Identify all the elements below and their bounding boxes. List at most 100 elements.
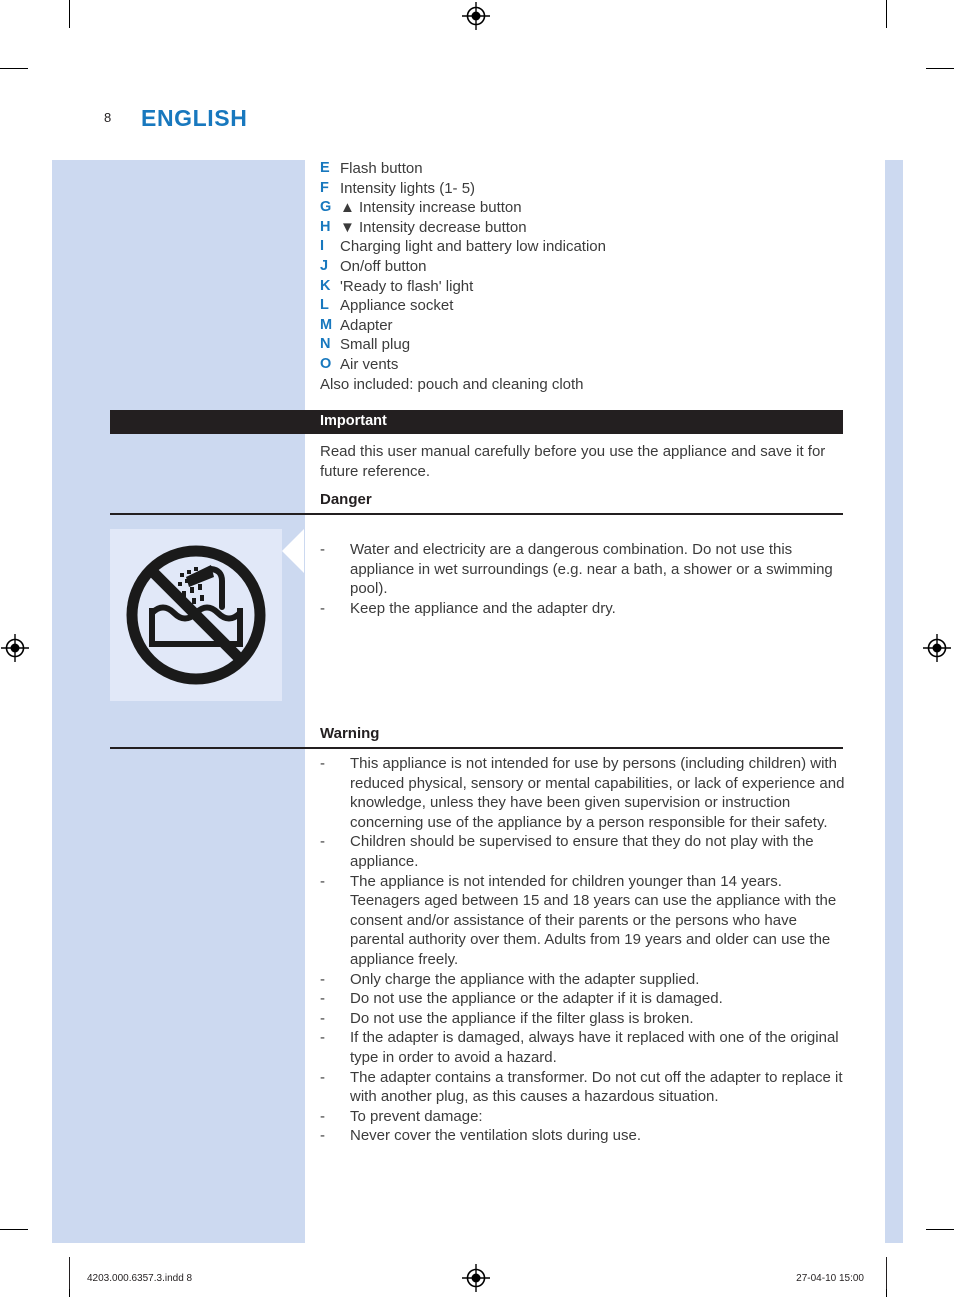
legend-label: 'Ready to flash' light [340,277,474,295]
list-item: E Flash button [320,159,850,179]
legend-key: I [320,238,325,255]
list-item: G ▲ Intensity increase button [320,198,850,218]
legend-key: G [320,199,332,216]
registration-target-icon-right [923,634,951,662]
important-intro-text: Read this user manual carefully before y… [320,443,826,480]
right-decorative-panel [885,160,903,1243]
bullet-marker: - [320,1009,325,1027]
bullet-text: Do not use the appliance if the filter g… [350,1009,694,1027]
list-item: L Appliance socket [320,296,850,316]
list-item: - Children should be supervised to ensur… [320,832,848,871]
bullet-text: Only charge the appliance with the adapt… [350,970,700,988]
warning-bullet-list: - This appliance is not intended for use… [320,754,848,1146]
legend-key: O [320,355,332,372]
bullet-marker: - [320,990,325,1008]
registration-target-icon-left [1,634,29,662]
crop-mark-bottom-right-horizontal [926,1229,954,1230]
list-item: - Do not use the appliance or the adapte… [320,989,848,1009]
legend-key: M [320,316,333,333]
bullet-marker: - [320,970,325,988]
legend-label: Charging light and battery low indicatio… [340,238,606,256]
registration-target-icon-bottom [462,1264,490,1292]
list-item: H ▼ Intensity decrease button [320,218,850,238]
warning-heading-rule [110,747,843,749]
list-item: - Keep the appliance and the adapter dry… [320,599,848,619]
bullet-text: Do not use the appliance or the adapter … [350,990,723,1008]
crop-mark-top-left-vertical [69,0,70,28]
legend-label: Small plug [340,336,411,354]
list-item: J On/off button [320,257,850,277]
list-item: K 'Ready to flash' light [320,277,850,297]
bullet-text: To prevent damage: [350,1107,483,1125]
registration-target-icon-top [462,2,490,30]
list-item: - The appliance is not intended for chil… [320,872,848,970]
list-item: - If the adapter is damaged, always have… [320,1028,848,1067]
no-water-shower-icon [110,529,282,701]
list-item: - This appliance is not intended for use… [320,754,848,832]
danger-bullet-list: - Water and electricity are a dangerous … [320,540,848,618]
list-item: - The adapter contains a transformer. Do… [320,1068,848,1107]
bullet-marker: - [320,833,325,851]
legend-key: N [320,336,331,353]
parts-legend-list: E Flash button F Intensity lights (1- 5)… [320,159,850,394]
danger-heading: Danger [320,491,372,508]
bullet-text: Children should be supervised to ensure … [350,833,814,870]
legend-label: Intensity lights (1- 5) [340,179,476,197]
danger-heading-rule [110,513,843,515]
list-item: M Adapter [320,316,850,336]
legend-label: ▼ Intensity decrease button [340,218,527,236]
bullet-text: If the adapter is damaged, always have i… [350,1029,839,1066]
bullet-text: The adapter contains a transformer. Do n… [350,1068,843,1106]
bullet-marker: - [320,1127,325,1145]
legend-key: F [320,179,329,196]
bullet-marker: - [320,541,325,558]
footer-print-stamp: 27-04-10 15:00 [796,1273,864,1284]
legend-label: Flash button [340,160,423,177]
list-item: - Only charge the appliance with the ada… [320,970,848,990]
legend-label: Adapter [340,316,393,334]
legend-key: H [320,218,331,235]
bullet-text: This appliance is not intended for use b… [350,755,845,831]
warning-heading: Warning [320,725,380,742]
crop-mark-top-right-vertical [886,0,887,28]
bullet-text: Keep the appliance and the adapter dry. [350,599,616,617]
bullet-text: Water and electricity are a dangerous co… [350,541,833,598]
bullet-marker: - [320,755,325,772]
list-item: I Charging light and battery low indicat… [320,237,850,257]
legend-label: ▲ Intensity increase button [340,199,522,217]
pictogram-pointer [282,529,304,573]
left-decorative-panel [52,160,305,1243]
list-item: O Air vents [320,355,850,375]
list-item: F Intensity lights (1- 5) [320,179,850,199]
list-item: N Small plug [320,335,850,355]
legend-key: L [320,297,329,314]
legend-label: Appliance socket [340,297,454,315]
manual-page: 8 ENGLISH E Flash button F Intensity lig… [0,0,954,1297]
legend-key: J [320,257,329,274]
important-section-label: Important [320,413,387,429]
legend-label: Air vents [340,355,399,373]
legend-footnote: Also included: pouch and cleaning cloth [320,375,584,393]
footer-file-name: 4203.000.6357.3.indd 8 [87,1273,193,1284]
legend-key: K [320,277,331,294]
footer-rule-right [886,1257,887,1289]
crop-mark-bottom-left-horizontal [0,1229,28,1230]
bullet-marker: - [320,1107,325,1125]
footer-rule-left [69,1257,70,1289]
list-item: - Water and electricity are a dangerous … [320,540,848,599]
list-item: - Never cover the ventilation slots duri… [320,1126,848,1146]
list-item: - Do not use the appliance if the filter… [320,1009,848,1029]
crop-mark-top-left-horizontal [0,68,28,69]
important-section-bar: Important [110,410,843,434]
bullet-marker: - [320,1068,325,1086]
page-title: ENGLISH [141,105,248,131]
bullet-text: Never cover the ventilation slots during… [350,1127,641,1145]
bullet-text: The appliance is not intended for childr… [350,872,837,968]
bullet-marker: - [320,599,325,617]
legend-label: On/off button [340,257,427,275]
page-number: 8 [104,110,112,125]
bullet-marker: - [320,1029,325,1047]
bullet-marker: - [320,872,325,890]
legend-key: E [320,160,330,176]
crop-mark-top-right-horizontal [926,68,954,69]
